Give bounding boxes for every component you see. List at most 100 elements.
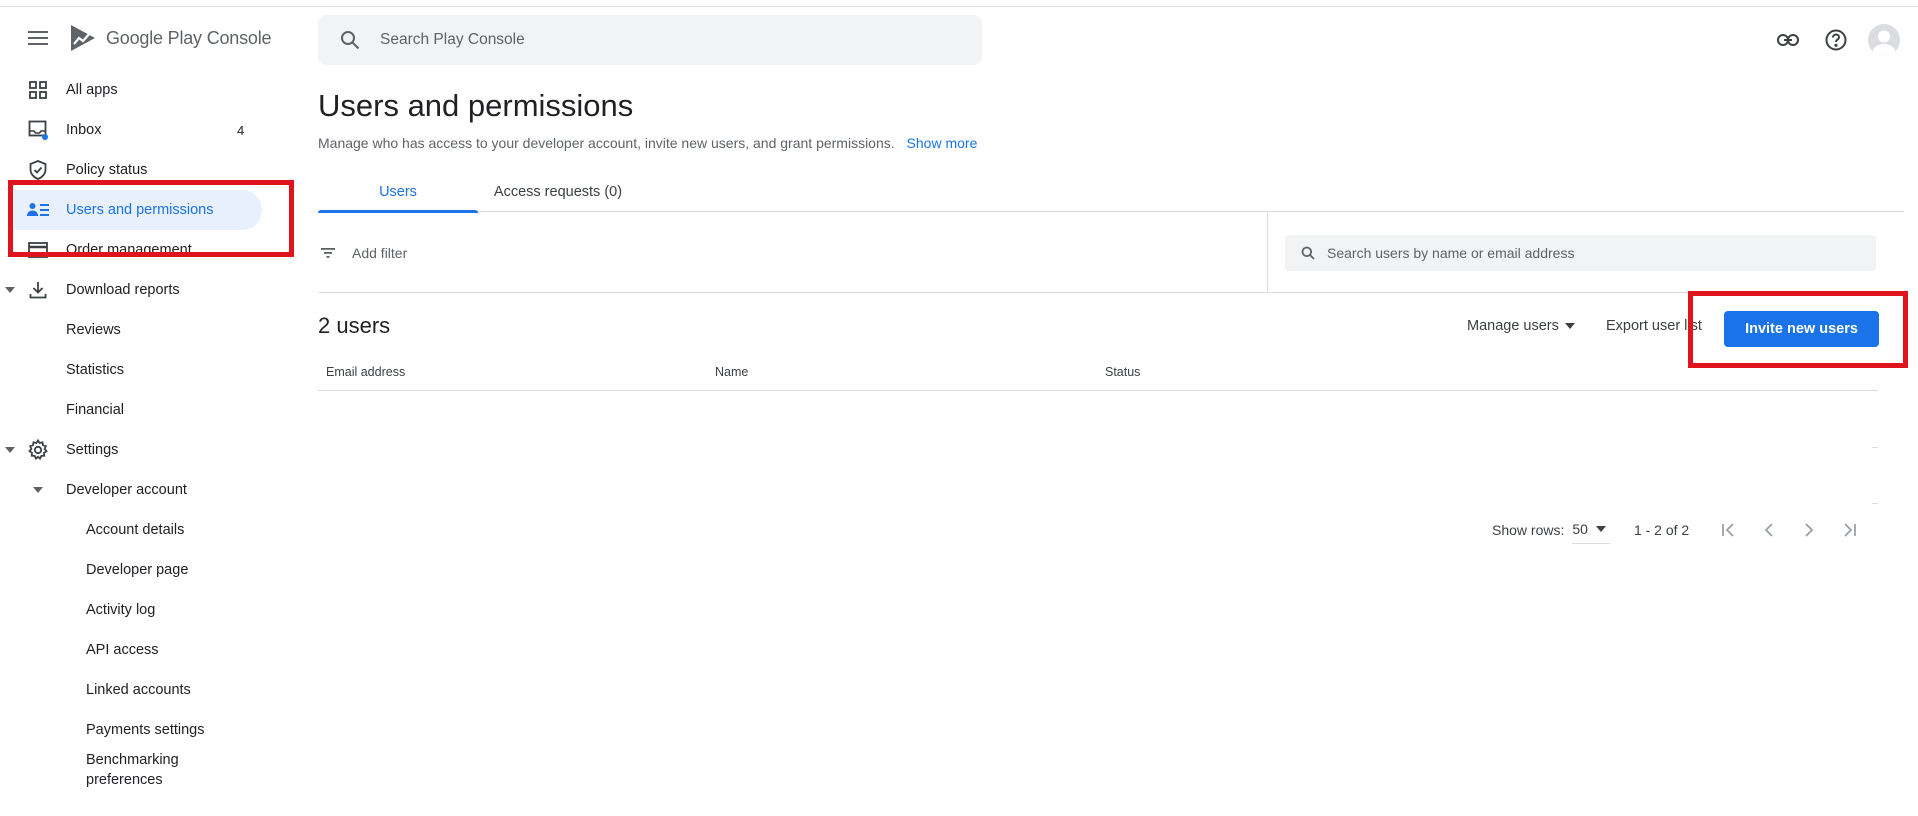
sidebar-item-label: Linked accounts: [86, 682, 191, 698]
caret-down-icon: [1564, 321, 1575, 331]
page-title: Users and permissions: [318, 88, 634, 123]
sidebar-item-label: Developer page: [86, 562, 189, 578]
next-page-icon[interactable]: [1789, 510, 1829, 550]
add-filter-label: Add filter: [352, 245, 408, 261]
sidebar-item-label: All apps: [66, 82, 118, 98]
rows-per-page-value: 50: [1572, 520, 1588, 537]
caret-down-icon[interactable]: [32, 484, 44, 496]
tab-users[interactable]: Users: [318, 172, 478, 213]
sidebar-item-developer-account[interactable]: Developer account: [0, 470, 262, 510]
user-count: 2 users: [318, 313, 391, 338]
sidebar-item-label: preferences: [86, 772, 163, 788]
first-page-icon[interactable]: [1709, 510, 1749, 550]
brand-google: Google Play: [106, 27, 202, 48]
play-console-logo[interactable]: [68, 23, 98, 53]
inbox-icon: [26, 118, 50, 142]
show-rows-label: Show rows:: [1492, 522, 1565, 538]
help-icon[interactable]: [1818, 22, 1854, 58]
sidebar-item-label: Settings: [66, 442, 119, 458]
people-list-icon: [26, 198, 50, 222]
sidebar-item-benchmarking[interactable]: Benchmarking: [0, 750, 262, 770]
sidebar-item-label: Activity log: [86, 602, 156, 618]
menu-icon[interactable]: [20, 20, 56, 56]
search-placeholder: Search Play Console: [380, 31, 525, 48]
previous-page-icon[interactable]: [1749, 510, 1789, 550]
pagination: Show rows: 50 1 - 2 of 2: [1492, 515, 1869, 545]
sidebar-item-settings[interactable]: Settings: [0, 430, 262, 470]
sidebar-item-label: Benchmarking: [86, 752, 179, 768]
users-table-header: Email address Name Status: [318, 355, 1878, 391]
sidebar-item-all-apps[interactable]: All apps: [0, 70, 262, 110]
sidebar-item-linked-accounts[interactable]: Linked accounts: [0, 670, 262, 710]
download-icon: [26, 278, 50, 302]
shield-icon: [26, 158, 50, 182]
brand-console: Console: [206, 27, 272, 48]
user-search-input[interactable]: Search users by name or email address: [1285, 235, 1876, 271]
filter-row: Add filter Search users by name or email…: [318, 213, 1904, 293]
top-icons: [1758, 22, 1902, 58]
row-divider: [1872, 447, 1878, 448]
sidebar-item-order-management[interactable]: Order management: [0, 230, 262, 270]
sidebar-item-financial[interactable]: Financial: [0, 390, 262, 430]
sidebar-item-label: Payments settings: [86, 722, 205, 738]
filter-icon: [318, 243, 338, 263]
caret-down-icon[interactable]: [4, 444, 16, 456]
sidebar-item-api-access[interactable]: API access: [0, 630, 262, 670]
page-range: 1 - 2 of 2: [1633, 522, 1690, 538]
avatar-icon: [1868, 24, 1900, 56]
inbox-count-badge: 4: [237, 122, 245, 138]
sidebar-item-account-details[interactable]: Account details: [0, 510, 262, 550]
sidebar-item-label: Order management: [66, 242, 192, 258]
subtitle-text: Manage who has access to your developer …: [318, 135, 895, 151]
search-icon: [1299, 244, 1317, 262]
sidebar-item-policy-status[interactable]: Policy status: [0, 150, 262, 190]
console-search-bar[interactable]: Search Play Console: [318, 15, 982, 65]
add-filter-button[interactable]: Add filter: [318, 213, 1268, 293]
sidebar-item-benchmarking-line2[interactable]: preferences: [0, 770, 262, 790]
sidebar-item-label: Reviews: [66, 322, 121, 338]
sidebar-item-label: Download reports: [66, 282, 180, 298]
sidebar-item-label: API access: [86, 642, 159, 658]
show-more-link[interactable]: Show more: [907, 135, 978, 151]
grid-icon: [26, 78, 50, 102]
column-name[interactable]: Name: [715, 365, 748, 379]
manage-users-label: Manage users: [1467, 318, 1559, 334]
search-icon: [338, 28, 362, 52]
invite-new-users-button[interactable]: Invite new users: [1724, 311, 1879, 347]
card-icon: [26, 238, 50, 262]
sidebar-item-payments-settings[interactable]: Payments settings: [0, 710, 262, 750]
sidebar-item-reviews[interactable]: Reviews: [0, 310, 262, 350]
user-search-placeholder: Search users by name or email address: [1327, 245, 1575, 261]
caret-down-icon: [1595, 524, 1606, 534]
column-email[interactable]: Email address: [326, 365, 405, 379]
sidebar-item-download-reports[interactable]: Download reports: [0, 270, 262, 310]
tab-access-requests[interactable]: Access requests (0): [478, 172, 638, 212]
page-subtitle: Manage who has access to your developer …: [318, 135, 977, 151]
sidebar-item-label: Developer account: [66, 482, 187, 498]
export-user-list-button[interactable]: Export user list: [1606, 318, 1702, 334]
sidebar-item-label: Inbox: [66, 122, 102, 138]
last-page-icon[interactable]: [1829, 510, 1869, 550]
sidebar-item-label: Financial: [66, 402, 125, 418]
caret-down-icon[interactable]: [4, 284, 16, 296]
row-divider: [1872, 503, 1878, 504]
sidebar-item-label: Policy status: [66, 162, 148, 178]
sidebar-item-users-and-permissions[interactable]: Users and permissions: [14, 190, 262, 230]
sidebar-item-label: Account details: [86, 522, 185, 538]
sidebar-item-activity-log[interactable]: Activity log: [0, 590, 262, 630]
brand: Google Play Console: [20, 20, 272, 56]
link-icon[interactable]: [1770, 22, 1806, 58]
tab-bar: Users Access requests (0): [318, 172, 1904, 213]
sidebar-item-label: Users and permissions: [66, 202, 214, 218]
brand-name: Google Play Console: [106, 27, 272, 49]
sidebar-item-inbox[interactable]: Inbox 4: [0, 110, 262, 150]
sidebar: Google Play Console All apps Inbox 4 Pol…: [0, 0, 300, 816]
sidebar-item-statistics[interactable]: Statistics: [0, 350, 262, 390]
column-status[interactable]: Status: [1105, 365, 1140, 379]
sidebar-item-developer-page[interactable]: Developer page: [0, 550, 262, 590]
gear-icon: [26, 438, 50, 462]
rows-per-page-select[interactable]: 50: [1572, 517, 1610, 544]
pager-buttons: [1709, 510, 1869, 550]
manage-users-dropdown[interactable]: Manage users: [1467, 318, 1575, 334]
account-avatar[interactable]: [1866, 22, 1902, 58]
